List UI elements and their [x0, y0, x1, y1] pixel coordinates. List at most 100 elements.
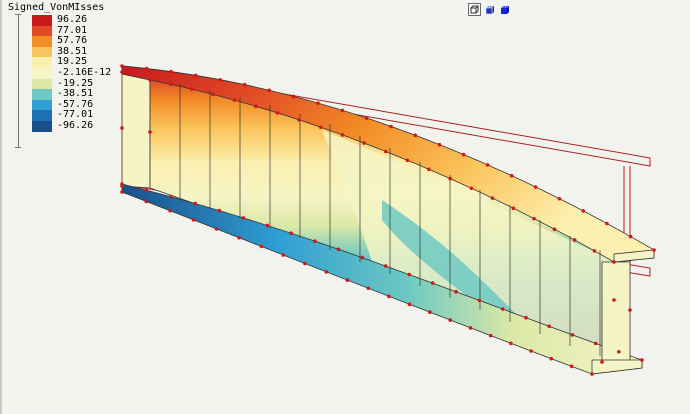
mesh-node [297, 118, 301, 122]
mesh-node [387, 294, 391, 299]
mesh-node [324, 270, 329, 274]
mesh-node [237, 235, 241, 240]
mesh-node [190, 87, 194, 91]
mesh-node [612, 298, 616, 302]
mesh-node [193, 73, 198, 78]
mesh-node [364, 116, 369, 120]
mesh-node [430, 281, 435, 285]
end-plate [121, 71, 151, 189]
mesh-node [468, 326, 473, 330]
mesh-node [303, 261, 307, 266]
mesh-node [120, 126, 124, 130]
mesh-node [448, 318, 453, 322]
mesh-node [477, 298, 482, 303]
mesh-node [533, 185, 538, 189]
3d-viewport[interactable]: Signed_VonMIsses 96.26 77.01 57.76 38.51 19.… [0, 0, 690, 414]
mesh-node [592, 249, 597, 253]
legend-swatch [32, 46, 52, 58]
mesh-node [628, 234, 633, 239]
mesh-node [218, 77, 222, 82]
cube-shaded-icon [485, 5, 494, 14]
cube-solid-icon [500, 5, 509, 14]
mesh-node [490, 196, 495, 200]
mesh-node [340, 133, 345, 137]
mesh-node [405, 158, 410, 163]
mesh-node [120, 184, 124, 188]
mesh-node [360, 255, 364, 260]
legend-title: Signed_VonMIsses [8, 2, 105, 13]
beam-model-view[interactable] [2, 0, 690, 414]
mesh-node [570, 333, 575, 337]
cube-outline-icon [470, 5, 479, 14]
legend-swatch [32, 67, 52, 79]
mesh-node [590, 372, 594, 376]
mesh-node [509, 341, 513, 346]
mesh-node [241, 216, 246, 220]
mesh-node [617, 349, 621, 354]
legend-swatch [32, 15, 52, 26]
mesh-node [148, 78, 152, 82]
mesh-node [275, 111, 280, 115]
mesh-node [259, 244, 264, 249]
mesh-node [340, 108, 345, 113]
mesh-node [144, 66, 149, 71]
mesh-node [600, 360, 604, 364]
mesh-node [413, 133, 418, 138]
mesh-node [366, 286, 371, 291]
mesh-node [120, 190, 124, 194]
legend-scale-bar[interactable] [15, 14, 29, 148]
mesh-node [193, 201, 197, 206]
mesh-node [316, 101, 320, 105]
mesh-node [318, 125, 323, 130]
mesh-node [254, 104, 258, 109]
mesh-node [557, 196, 562, 201]
mesh-node [581, 209, 586, 213]
mesh-node [291, 94, 296, 99]
mesh-node [552, 227, 557, 231]
mesh-node [605, 221, 609, 226]
view-front-button[interactable] [468, 3, 481, 16]
mesh-node [427, 167, 431, 172]
mesh-node [144, 188, 149, 192]
mesh-node [265, 223, 270, 228]
legend-label: -96.26 [57, 119, 94, 131]
mesh-node [461, 152, 466, 157]
mesh-node [168, 208, 172, 213]
view-solid-button[interactable] [498, 3, 511, 16]
mesh-node [214, 227, 219, 231]
mesh-node [169, 194, 173, 199]
mesh-node [448, 176, 452, 181]
mesh-node [572, 238, 577, 242]
legend-swatch [32, 78, 52, 90]
view-iso-button[interactable] [483, 3, 496, 16]
mesh-node [144, 199, 149, 204]
mesh-node [169, 69, 173, 74]
mesh-node [191, 218, 196, 222]
mesh-node [593, 341, 598, 346]
mesh-node [362, 141, 366, 145]
mesh-node [211, 92, 215, 97]
mesh-node [336, 247, 341, 252]
mesh-node [485, 163, 490, 167]
mesh-node [511, 206, 516, 211]
legend-swatch [32, 57, 52, 68]
legend-swatch [32, 120, 52, 132]
mesh-node [389, 124, 393, 129]
mesh-node [509, 173, 514, 178]
mesh-node [628, 308, 632, 312]
mesh-node [120, 64, 124, 68]
legend-swatch [32, 99, 52, 111]
mesh-node [547, 324, 552, 329]
mesh-node [612, 260, 616, 264]
mesh-node [469, 186, 474, 191]
mesh-node [383, 149, 388, 154]
mesh-node [529, 349, 533, 353]
mesh-node [281, 253, 286, 257]
mesh-node [383, 264, 388, 268]
legend-swatch [32, 110, 52, 121]
legend-swatch [32, 36, 52, 47]
mesh-node [549, 356, 554, 361]
mesh-node [148, 130, 152, 134]
mesh-node [454, 289, 458, 294]
mesh-node [500, 307, 505, 311]
